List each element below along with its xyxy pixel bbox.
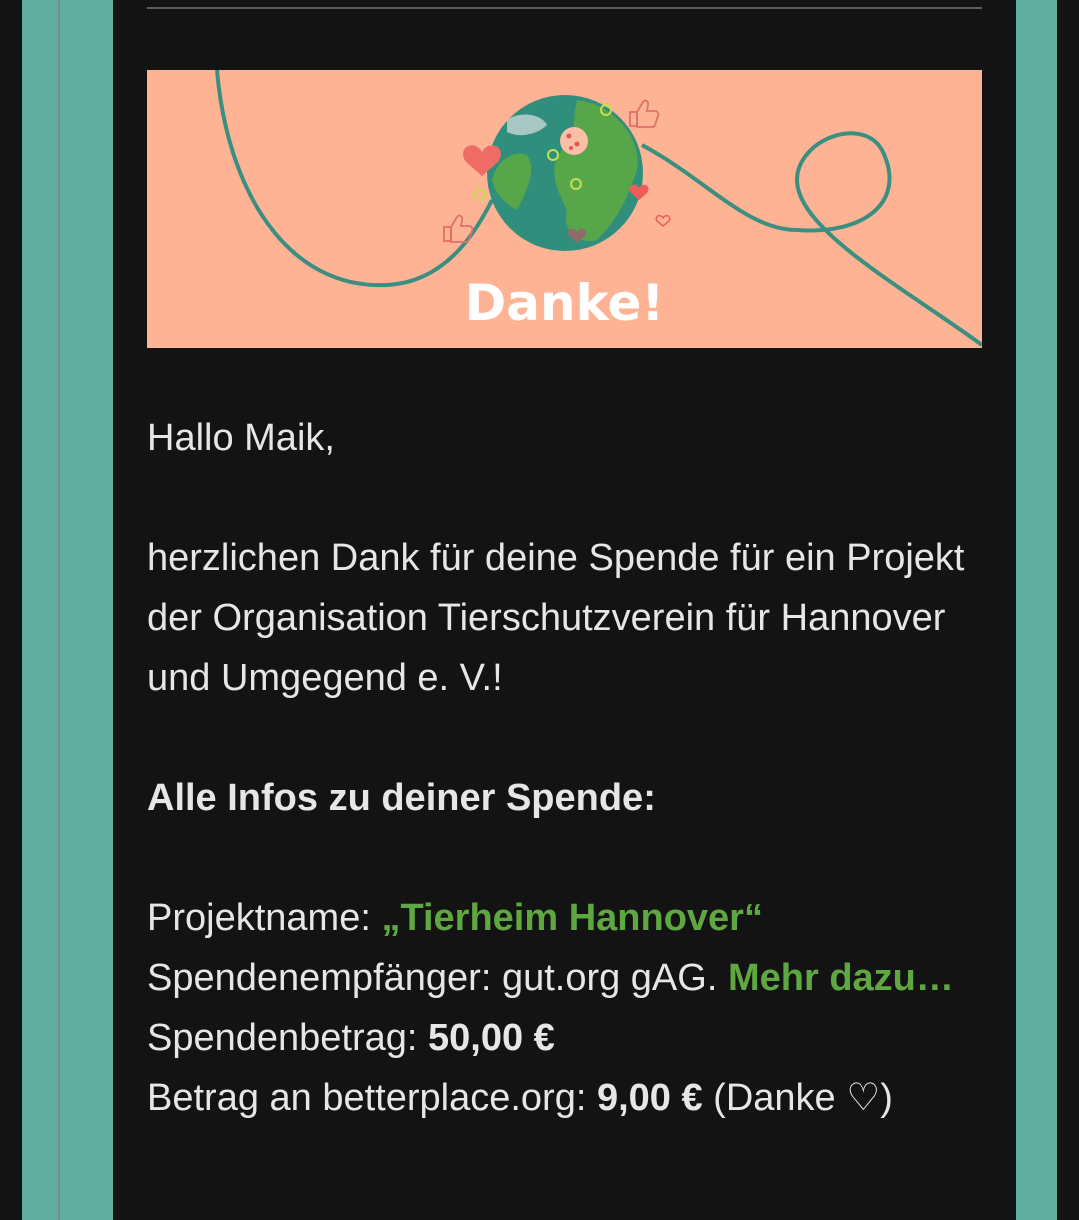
greeting: Hallo Maik,	[147, 417, 335, 459]
amount-label: Spendenbetrag:	[147, 1017, 429, 1059]
section-title: Alle Infos zu deiner Spende:	[147, 777, 656, 819]
more-info-link[interactable]: Mehr dazu…	[728, 957, 954, 999]
email-viewer: Danke! Hallo Maik, herzlichen Dank für d…	[0, 0, 1079, 1220]
platform-value: 9,00 €	[596, 1077, 703, 1119]
header-divider	[147, 7, 982, 9]
project-name-link[interactable]: „Tierheim Hannover“	[381, 897, 763, 939]
intro-paragraph: herzlichen Dank für deine Spende für ein…	[147, 537, 965, 699]
globe-icon	[487, 95, 643, 251]
project-row: Projektname: „Tierheim Hannover“	[147, 888, 997, 948]
project-label: Projektname:	[147, 897, 382, 939]
recipient-row: Spendenempfänger: gut.org gAG. Mehr dazu…	[147, 948, 997, 1008]
platform-suffix: (Danke ♡)	[702, 1077, 893, 1119]
thank-you-banner: Danke!	[147, 70, 982, 348]
left-border-bar	[22, 0, 58, 1220]
recipient-label: Spendenempfänger:	[147, 957, 502, 999]
amount-row: Spendenbetrag: 50,00 €	[147, 1008, 997, 1068]
amount-value: 50,00 €	[428, 1017, 555, 1059]
donation-info: Projektname: „Tierheim Hannover“ Spenden…	[147, 888, 997, 1128]
left-inner-border	[60, 0, 113, 1220]
right-border-bar	[1016, 0, 1057, 1220]
platform-label: Betrag an betterplace.org:	[147, 1077, 597, 1119]
platform-fee-row: Betrag an betterplace.org: 9,00 € (Danke…	[147, 1068, 997, 1128]
banner-title: Danke!	[464, 274, 665, 332]
recipient-value: gut.org gAG.	[501, 957, 718, 999]
